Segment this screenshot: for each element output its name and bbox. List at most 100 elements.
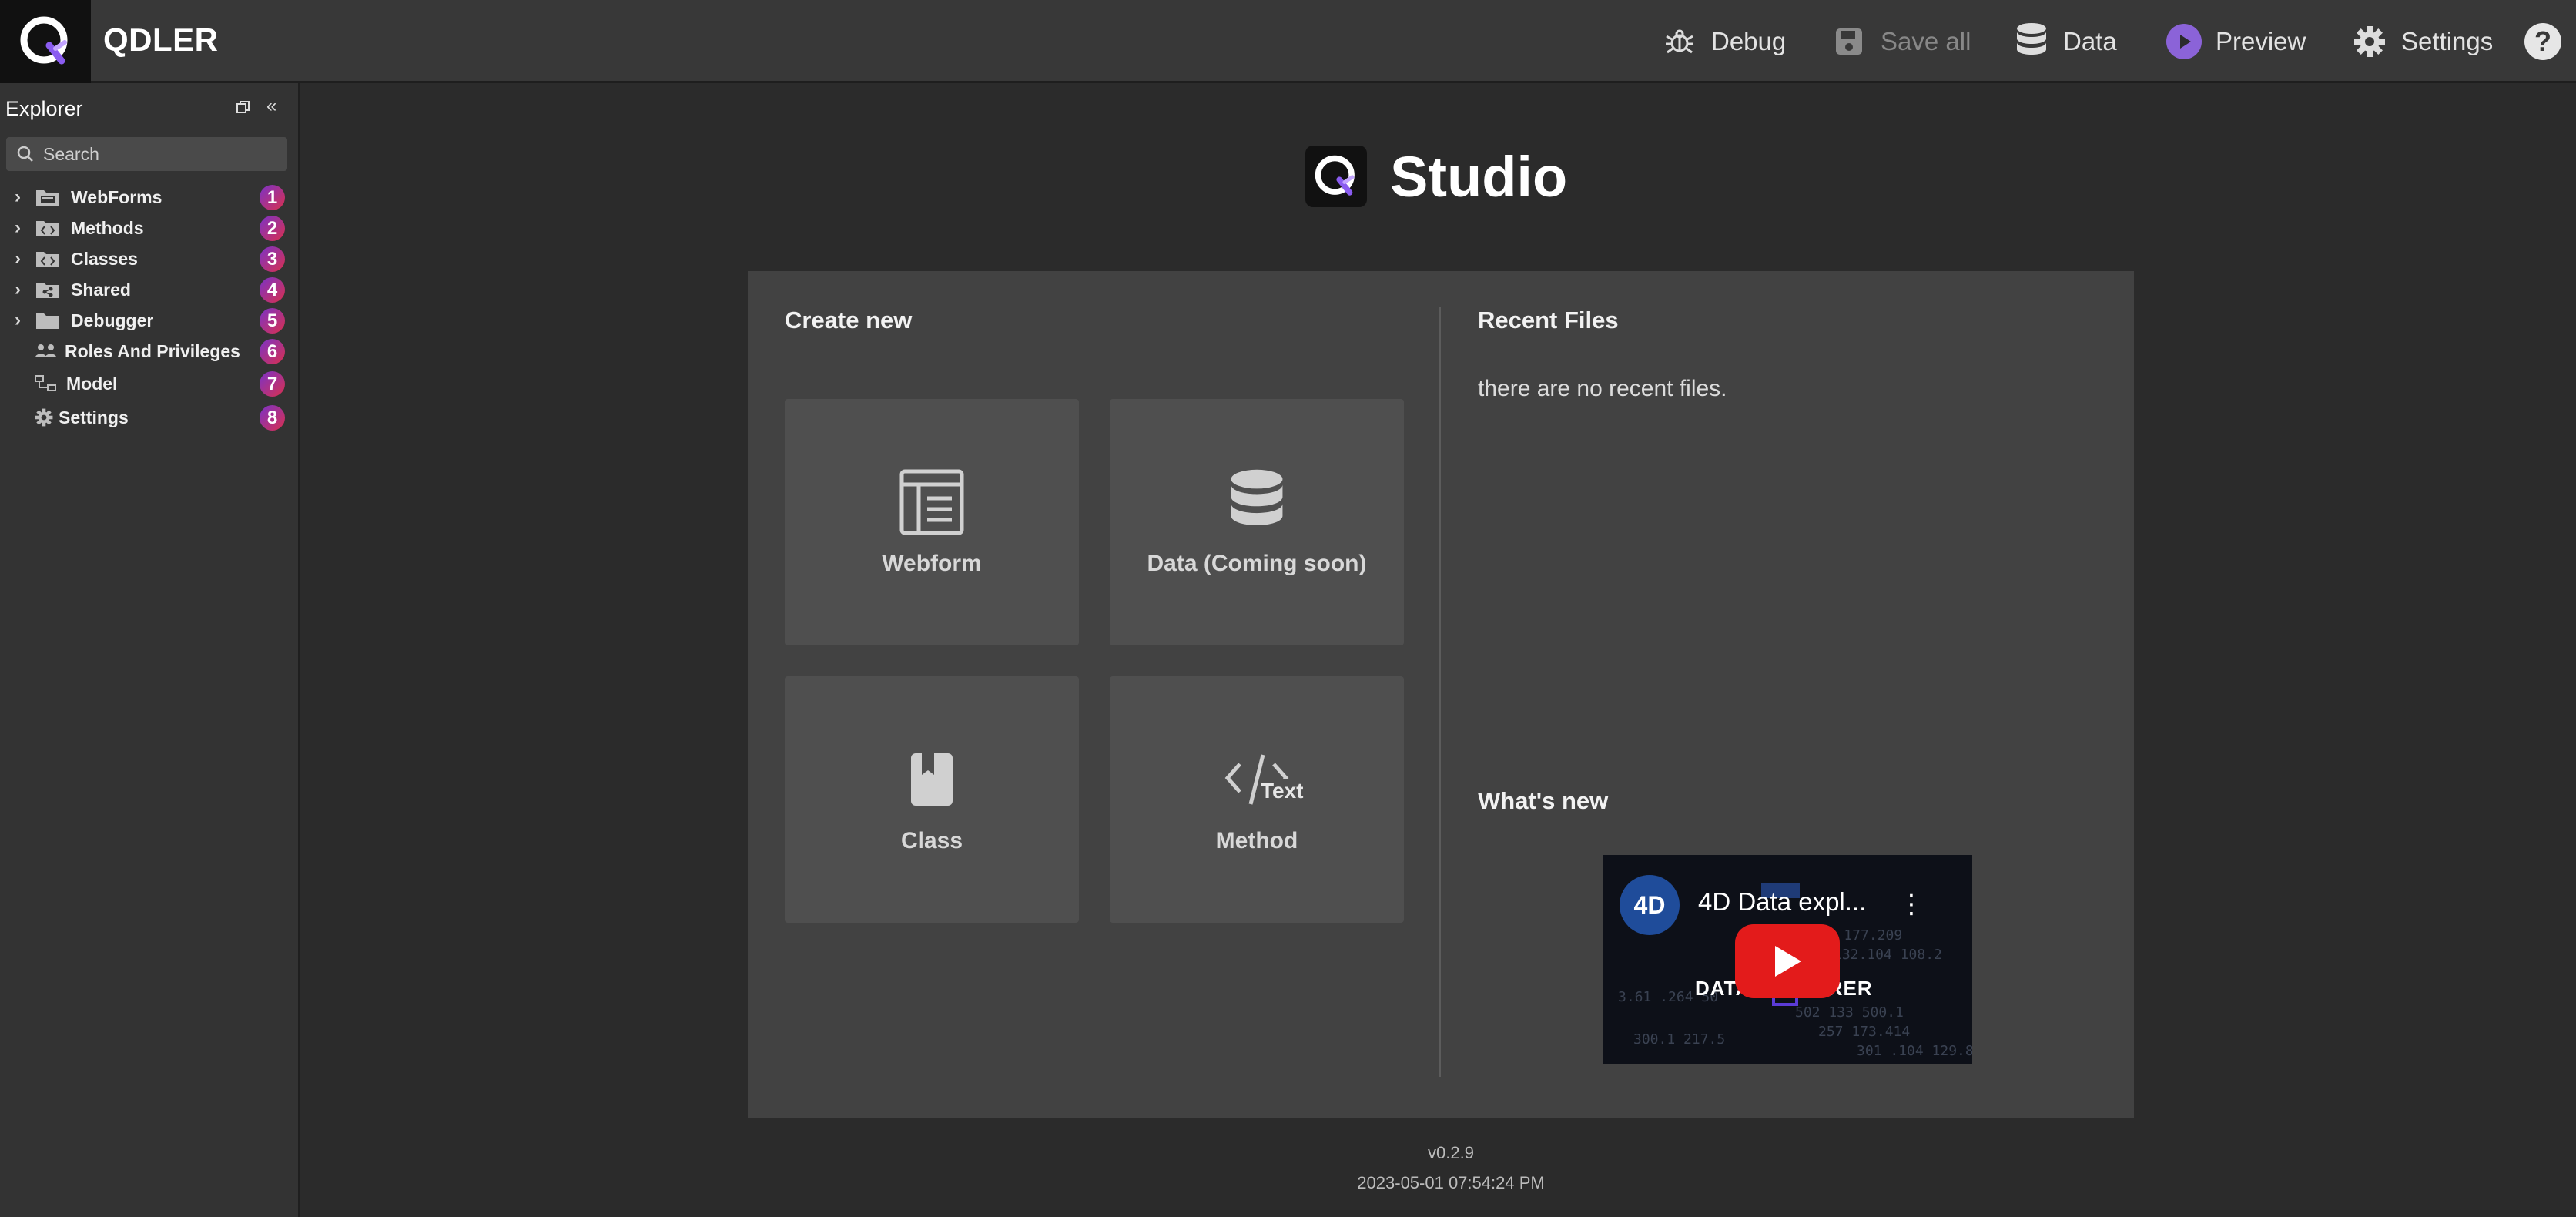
count-badge: 6 <box>260 339 285 364</box>
debug-label: Debug <box>1711 27 1787 55</box>
chevron-right-icon[interactable]: › <box>9 217 26 239</box>
methods-folder-icon <box>35 219 60 237</box>
video-title[interactable]: 4D Data expl... <box>1698 887 1866 917</box>
bug-icon <box>1662 24 1697 59</box>
tree-item-label: Methods <box>71 217 144 238</box>
create-webform-tile[interactable]: Webform <box>785 399 1079 645</box>
studio-header: Studio <box>1305 143 1567 210</box>
svg-text:257 173.414: 257 173.414 <box>1818 1024 1910 1040</box>
panel-divider <box>1439 307 1441 1077</box>
shared-folder-icon <box>35 280 60 299</box>
debug-button[interactable]: Debug <box>1662 22 1786 62</box>
build-timestamp: 2023-05-01 07:54:24 PM <box>1357 1173 1545 1192</box>
create-class-tile[interactable]: Class <box>785 676 1079 923</box>
whats-new-title: What's new <box>1478 787 1609 814</box>
version-text: v0.2.9 <box>1428 1143 1474 1162</box>
help-button[interactable]: ? <box>2524 22 2561 62</box>
tree-item-roles-and-privileges[interactable]: Roles And Privileges 6 <box>0 336 300 367</box>
chevron-right-icon[interactable]: › <box>9 186 26 208</box>
svg-text:301 .104 129.8: 301 .104 129.8 <box>1857 1043 1972 1059</box>
app-logo[interactable] <box>0 0 91 83</box>
explorer-sidebar: Explorer « › WebForms 1 › Methods 2 › Cl… <box>0 83 300 1217</box>
recent-files-title: Recent Files <box>1478 307 1619 334</box>
save-icon <box>1831 24 1867 59</box>
double-chevron-left-icon[interactable]: « <box>266 96 276 117</box>
database-icon <box>1222 468 1291 537</box>
tree-item-debugger[interactable]: › Debugger 5 <box>0 305 300 336</box>
app-name: QDLER <box>103 22 219 58</box>
kebab-menu-icon[interactable]: ⋮ <box>1898 889 1924 920</box>
tree-item-label: Model <box>66 373 118 394</box>
gear-icon <box>2352 24 2387 59</box>
tree-item-settings[interactable]: Settings 8 <box>0 402 300 433</box>
users-icon <box>34 342 59 360</box>
tree-item-shared[interactable]: › Shared 4 <box>0 274 300 305</box>
svg-text:502 133 500.1: 502 133 500.1 <box>1795 1004 1904 1021</box>
database-icon <box>2014 23 2049 59</box>
play-icon <box>2166 24 2202 59</box>
model-icon <box>34 374 59 393</box>
tree-item-label: Shared <box>71 279 131 300</box>
data-button[interactable]: Data <box>2014 22 2117 62</box>
chevron-right-icon[interactable]: › <box>9 248 26 270</box>
qodly-logo-icon <box>1305 146 1367 207</box>
tree-item-label: Settings <box>59 407 129 427</box>
tree-item-label: Classes <box>71 248 138 269</box>
webforms-folder-icon <box>35 188 60 206</box>
settings-label: Settings <box>2401 27 2494 55</box>
no-recent-files-text: there are no recent files. <box>1478 376 1727 401</box>
top-bar: QDLER Debug Save all Data Preview Settin… <box>0 0 2576 83</box>
preview-button[interactable]: Preview <box>2166 22 2306 62</box>
save-all-label: Save all <box>1881 27 1971 55</box>
play-button[interactable] <box>1735 924 1840 998</box>
studio-panel: Create new Webform Data (Coming soon) Cl… <box>748 271 2134 1118</box>
count-badge: 7 <box>260 371 285 397</box>
count-badge: 2 <box>260 216 285 241</box>
tree-item-methods[interactable]: › Methods 2 <box>0 213 300 243</box>
svg-text:300.1 217.5: 300.1 217.5 <box>1633 1031 1725 1048</box>
tree-item-label: Roles And Privileges <box>65 340 240 361</box>
search-icon <box>17 146 34 163</box>
count-badge: 3 <box>260 246 285 272</box>
explorer-title: Explorer <box>5 97 83 120</box>
code-icon: Text <box>1222 745 1304 814</box>
classes-folder-icon <box>35 250 60 268</box>
preview-label: Preview <box>2216 27 2306 55</box>
tile-label: Webform <box>882 551 982 576</box>
tree-item-webforms[interactable]: › WebForms 1 <box>0 182 300 213</box>
chevron-right-icon[interactable]: › <box>9 310 26 331</box>
settings-button[interactable]: Settings <box>2352 22 2493 62</box>
whats-new-video[interactable]: 210 177.209 132.104 108.2 502 133 500.1 25… <box>1603 855 1972 1064</box>
data-label: Data <box>2063 27 2117 55</box>
search-field[interactable] <box>6 137 287 171</box>
tree-item-model[interactable]: Model 7 <box>0 368 300 399</box>
count-badge: 4 <box>260 277 285 303</box>
gear-icon <box>34 408 54 427</box>
tile-label: Class <box>900 828 963 853</box>
channel-avatar[interactable]: 4D <box>1620 875 1680 935</box>
play-icon <box>1775 946 1801 977</box>
count-badge: 5 <box>260 308 285 334</box>
page-title: Studio <box>1390 144 1568 209</box>
count-badge: 8 <box>260 405 285 431</box>
debugger-folder-icon <box>35 311 60 330</box>
chevron-right-icon[interactable]: › <box>9 279 26 300</box>
qodly-logo-icon <box>20 16 68 65</box>
collapse-all-icon[interactable] <box>236 99 251 120</box>
bookmark-icon <box>897 745 966 814</box>
svg-text:132.104 108.2: 132.104 108.2 <box>1834 947 1942 963</box>
tree-item-classes[interactable]: › Classes 3 <box>0 243 300 274</box>
search-input[interactable] <box>43 143 274 165</box>
save-all-button[interactable]: Save all <box>1831 22 1971 62</box>
tile-label: Data (Coming soon) <box>1147 551 1367 576</box>
tree-item-label: Debugger <box>71 310 154 330</box>
tile-label: Method <box>1215 828 1298 853</box>
code-icon-text: Text <box>1261 779 1304 803</box>
count-badge: 1 <box>260 185 285 210</box>
create-data-tile[interactable]: Data (Coming soon) <box>1110 399 1404 645</box>
webform-icon <box>897 468 966 537</box>
create-new-title: Create new <box>785 307 913 334</box>
create-method-tile[interactable]: Text Method <box>1110 676 1404 923</box>
tree-item-label: WebForms <box>71 186 162 207</box>
help-icon: ? <box>2524 23 2561 60</box>
